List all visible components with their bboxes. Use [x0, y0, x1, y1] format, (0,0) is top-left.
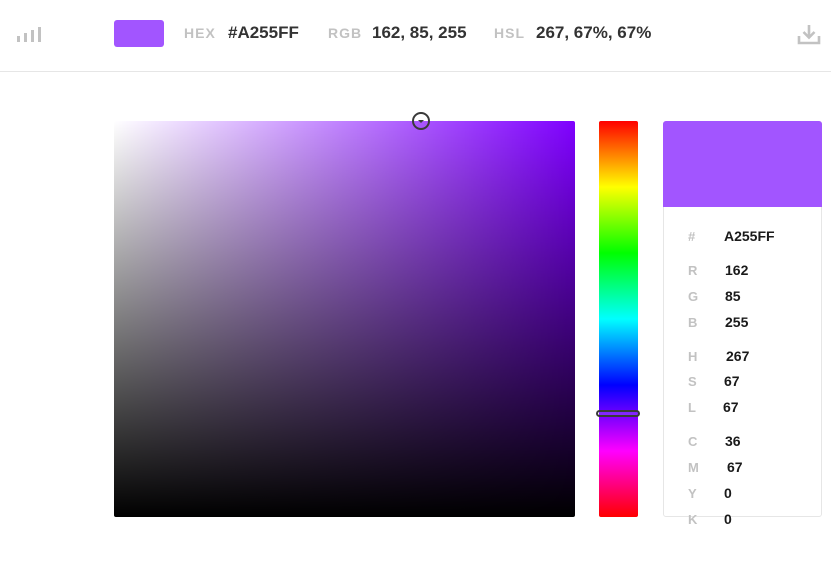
bar-chart-icon[interactable] [17, 26, 43, 42]
hex-label: HEX [184, 25, 216, 41]
color-preview [663, 121, 822, 207]
saturation-brightness-handle[interactable] [412, 112, 430, 130]
l-row-label: L [688, 400, 696, 415]
y-row-value[interactable]: 0 [724, 485, 732, 501]
k-row-value[interactable]: 0 [724, 511, 732, 527]
h-row-label: H [688, 349, 698, 364]
k-row-label: K [688, 512, 698, 527]
c-row-value[interactable]: 36 [725, 433, 741, 449]
hsl-label: HSL [494, 25, 525, 41]
rgb-label: RGB [328, 25, 363, 41]
hue-slider-handle[interactable] [596, 410, 640, 417]
r-row-label: R [688, 263, 698, 278]
rgb-value[interactable]: 162, 85, 255 [372, 23, 467, 43]
l-row-value[interactable]: 67 [723, 399, 739, 415]
g-row-label: G [688, 289, 699, 304]
s-row-label: S [688, 374, 697, 389]
y-row-label: Y [688, 486, 697, 501]
m-row-label: M [688, 460, 699, 475]
h-row-value[interactable]: 267 [726, 348, 749, 364]
hsl-value[interactable]: 267, 67%, 67% [536, 23, 651, 43]
r-row-value[interactable]: 162 [725, 262, 748, 278]
download-icon[interactable] [797, 22, 821, 46]
top-toolbar: HEX #A255FF RGB 162, 85, 255 HSL 267, 67… [0, 0, 831, 72]
saturation-brightness-picker[interactable] [114, 121, 575, 517]
b-row-value[interactable]: 255 [725, 314, 748, 330]
hue-slider[interactable] [599, 121, 638, 517]
m-row-value[interactable]: 67 [727, 459, 743, 475]
color-swatch[interactable] [114, 20, 164, 47]
hex-value[interactable]: #A255FF [228, 23, 299, 43]
b-row-label: B [688, 315, 698, 330]
s-row-value[interactable]: 67 [724, 373, 740, 389]
hex-row-label: # [688, 229, 696, 244]
g-row-value[interactable]: 85 [725, 288, 741, 304]
hex-row-value[interactable]: A255FF [724, 228, 775, 244]
c-row-label: C [688, 434, 698, 449]
